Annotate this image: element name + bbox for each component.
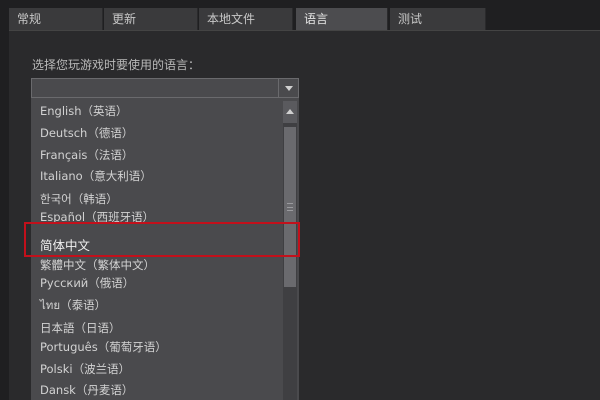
tab-bar: 常规 更新 本地文件 语言 测试 [0, 8, 600, 32]
chevron-up-icon [286, 109, 294, 114]
selection-highlight-box [24, 222, 300, 257]
scroll-up-button[interactable] [283, 101, 297, 123]
language-option-korean[interactable]: 한국어（韩语） [40, 191, 118, 207]
language-option-japanese[interactable]: 日本語（日语） [40, 320, 121, 336]
game-properties-window: 常规 更新 本地文件 语言 测试 选择您玩游戏时要使用的语言： English（… [0, 0, 600, 400]
language-option-italian[interactable]: Italiano（意大利语） [40, 168, 152, 184]
language-prompt-label: 选择您玩游戏时要使用的语言： [32, 58, 201, 72]
language-option-german[interactable]: Deutsch（德语） [40, 125, 133, 141]
scrollbar-thumb[interactable] [284, 127, 296, 287]
language-option-portuguese[interactable]: Português（葡萄牙语） [40, 339, 167, 355]
language-option-thai[interactable]: ไทย（泰语） [40, 297, 106, 315]
chevron-down-icon [285, 86, 293, 91]
tab-language[interactable]: 语言 [296, 8, 388, 32]
dropdown-toggle-button[interactable] [278, 79, 298, 97]
tab-beta[interactable]: 测试 [390, 8, 486, 30]
tab-local-files[interactable]: 本地文件 [199, 8, 293, 30]
tab-updates[interactable]: 更新 [104, 8, 198, 30]
language-option-french[interactable]: Français（法语） [40, 147, 133, 163]
grip-icon [287, 203, 293, 211]
language-option-polish[interactable]: Polski（波兰语） [40, 361, 130, 377]
language-option-traditional-chinese[interactable]: 繁體中文（繁体中文） [40, 257, 155, 273]
language-option-danish[interactable]: Dansk（丹麦语） [40, 382, 133, 398]
language-option-english[interactable]: English（英语） [40, 103, 128, 119]
tab-general[interactable]: 常规 [9, 8, 103, 30]
language-dropdown[interactable] [31, 78, 299, 98]
language-option-russian[interactable]: Русский（俄语） [40, 275, 134, 291]
